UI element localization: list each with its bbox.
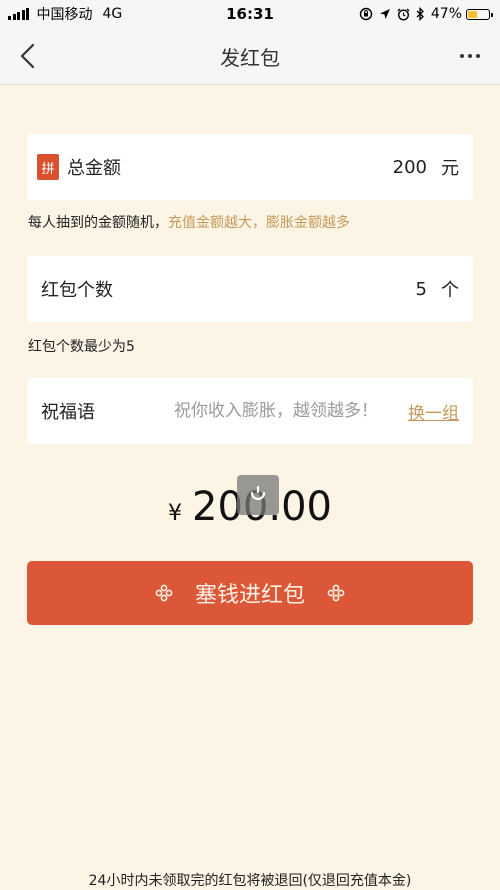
status-right: 47% xyxy=(353,0,493,28)
total-amount-label: 总金额 xyxy=(67,158,121,179)
rotation-lock-icon xyxy=(359,7,373,21)
change-greeting-link[interactable]: 换一组 xyxy=(408,399,459,424)
count-hint: 红包个数最少为5 xyxy=(28,339,135,355)
packet-count-input[interactable]: 5 xyxy=(416,279,427,300)
location-icon xyxy=(379,9,390,19)
greeting-card: 祝福语 换一组 xyxy=(27,378,473,444)
alarm-icon xyxy=(397,8,410,21)
total-amount-card[interactable]: 拼 总金额 200 元 xyxy=(27,134,473,200)
pin-badge-icon: 拼 xyxy=(37,154,59,180)
more-options-button[interactable] xyxy=(454,42,486,70)
more-dots-icon xyxy=(476,54,480,58)
page-title: 发红包 xyxy=(220,45,280,70)
assistive-touch-icon xyxy=(250,485,266,501)
greeting-input[interactable] xyxy=(119,400,380,422)
total-amount-input[interactable]: 200 xyxy=(393,157,427,178)
submit-label: 塞钱进红包 xyxy=(194,583,305,608)
total-amount-unit: 元 xyxy=(441,158,459,179)
submit-red-packet-button[interactable]: 塞钱进红包 xyxy=(27,561,473,625)
packet-count-card[interactable]: 红包个数 5 个 xyxy=(27,256,473,322)
amount-hint-highlight: 充值金额越大，膨胀金额越多 xyxy=(168,215,350,231)
battery-percent: 47% xyxy=(430,6,462,22)
packet-count-label: 红包个数 xyxy=(41,280,113,301)
amount-hint-prefix: 每人抽到的金额随机， xyxy=(28,215,168,231)
refund-notice: 24小时内未领取完的红包将被退回(仅退回充值本金) xyxy=(88,873,412,889)
packet-count-unit: 个 xyxy=(441,280,459,301)
more-dots-icon xyxy=(468,54,472,58)
more-dots-icon xyxy=(460,54,464,58)
navigation-bar: 发红包 xyxy=(0,28,500,85)
decor-knot-icon xyxy=(327,584,345,602)
battery-icon xyxy=(466,8,493,20)
currency-symbol: ¥ xyxy=(168,501,183,526)
decor-knot-icon xyxy=(155,584,173,602)
greeting-label: 祝福语 xyxy=(41,402,95,423)
status-bar: 中国移动 4G 16:31 47% xyxy=(0,0,500,28)
battery-fill xyxy=(468,10,478,18)
bluetooth-icon xyxy=(416,7,424,21)
amount-hint: 每人抽到的金额随机，充值金额越大，膨胀金额越多 xyxy=(28,212,350,232)
floating-assistive-button[interactable] xyxy=(237,475,279,515)
